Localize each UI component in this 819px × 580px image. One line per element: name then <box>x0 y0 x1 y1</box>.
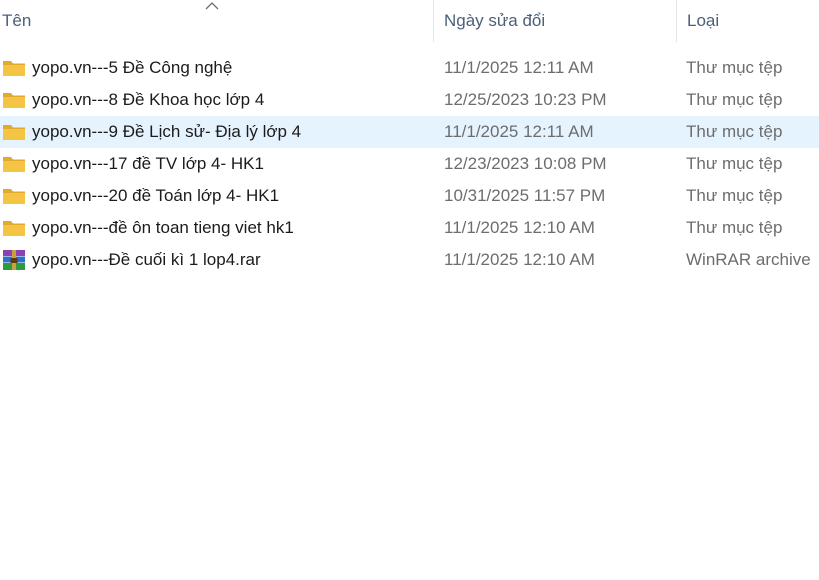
file-date-modified: 11/1/2025 12:11 AM <box>444 122 594 141</box>
column-header: Tên Ngày sửa đổi Loại <box>0 0 819 42</box>
file-date-modified: 10/31/2025 11:57 PM <box>444 186 606 205</box>
folder-icon <box>3 221 25 236</box>
file-type: Thư mục tệp <box>686 90 783 109</box>
file-type: Thư mục tệp <box>686 186 783 205</box>
file-row-selected[interactable]: yopo.vn---9 Đề Lịch sử- Địa lý lớp 4 11/… <box>0 116 819 148</box>
file-row[interactable]: yopo.vn---8 Đề Khoa học lớp 4 12/25/2023… <box>0 84 819 116</box>
column-header-type-label: Loại <box>687 11 720 30</box>
winrar-archive-icon <box>3 250 25 270</box>
folder-icon <box>3 125 25 140</box>
file-type: Thư mục tệp <box>686 154 783 173</box>
folder-icon <box>3 61 25 76</box>
folder-icon <box>3 93 25 108</box>
column-header-date-label: Ngày sửa đổi <box>444 11 546 30</box>
file-type: WinRAR archive <box>686 250 811 269</box>
file-date-modified: 12/25/2023 10:23 PM <box>444 90 607 109</box>
file-name: yopo.vn---17 đề TV lớp 4- HK1 <box>32 154 264 173</box>
file-type: Thư mục tệp <box>686 122 783 141</box>
folder-icon <box>3 157 25 172</box>
file-name: yopo.vn---20 đề Toán lớp 4- HK1 <box>32 186 280 205</box>
file-row[interactable]: yopo.vn---đề ôn toan tieng viet hk1 11/1… <box>0 212 819 244</box>
file-list: yopo.vn---5 Đề Công nghệ 11/1/2025 12:11… <box>0 52 819 276</box>
sort-ascending-icon <box>205 2 219 10</box>
file-date-modified: 12/23/2023 10:08 PM <box>444 154 607 173</box>
file-row[interactable]: yopo.vn---5 Đề Công nghệ 11/1/2025 12:11… <box>0 52 819 84</box>
column-header-type[interactable]: Loại <box>676 0 819 42</box>
file-type: Thư mục tệp <box>686 218 783 237</box>
file-name: yopo.vn---9 Đề Lịch sử- Địa lý lớp 4 <box>32 122 302 141</box>
file-row[interactable]: yopo.vn---Đề cuối kì 1 lop4.rar 11/1/202… <box>0 244 819 276</box>
column-header-name-label: Tên <box>2 11 32 30</box>
column-header-date-modified[interactable]: Ngày sửa đổi <box>433 0 676 42</box>
file-name: yopo.vn---5 Đề Công nghệ <box>32 58 233 77</box>
file-date-modified: 11/1/2025 12:10 AM <box>444 250 595 269</box>
folder-icon <box>3 189 25 204</box>
file-date-modified: 11/1/2025 12:10 AM <box>444 218 595 237</box>
file-date-modified: 11/1/2025 12:11 AM <box>444 58 594 77</box>
file-name: yopo.vn---Đề cuối kì 1 lop4.rar <box>32 250 261 269</box>
file-name: yopo.vn---8 Đề Khoa học lớp 4 <box>32 90 265 109</box>
file-row[interactable]: yopo.vn---20 đề Toán lớp 4- HK1 10/31/20… <box>0 180 819 212</box>
file-row[interactable]: yopo.vn---17 đề TV lớp 4- HK1 12/23/2023… <box>0 148 819 180</box>
file-type: Thư mục tệp <box>686 58 783 77</box>
file-name: yopo.vn---đề ôn toan tieng viet hk1 <box>32 218 294 237</box>
file-explorer: Tên Ngày sửa đổi Loại yopo.vn---5 Đề Côn… <box>0 0 819 580</box>
